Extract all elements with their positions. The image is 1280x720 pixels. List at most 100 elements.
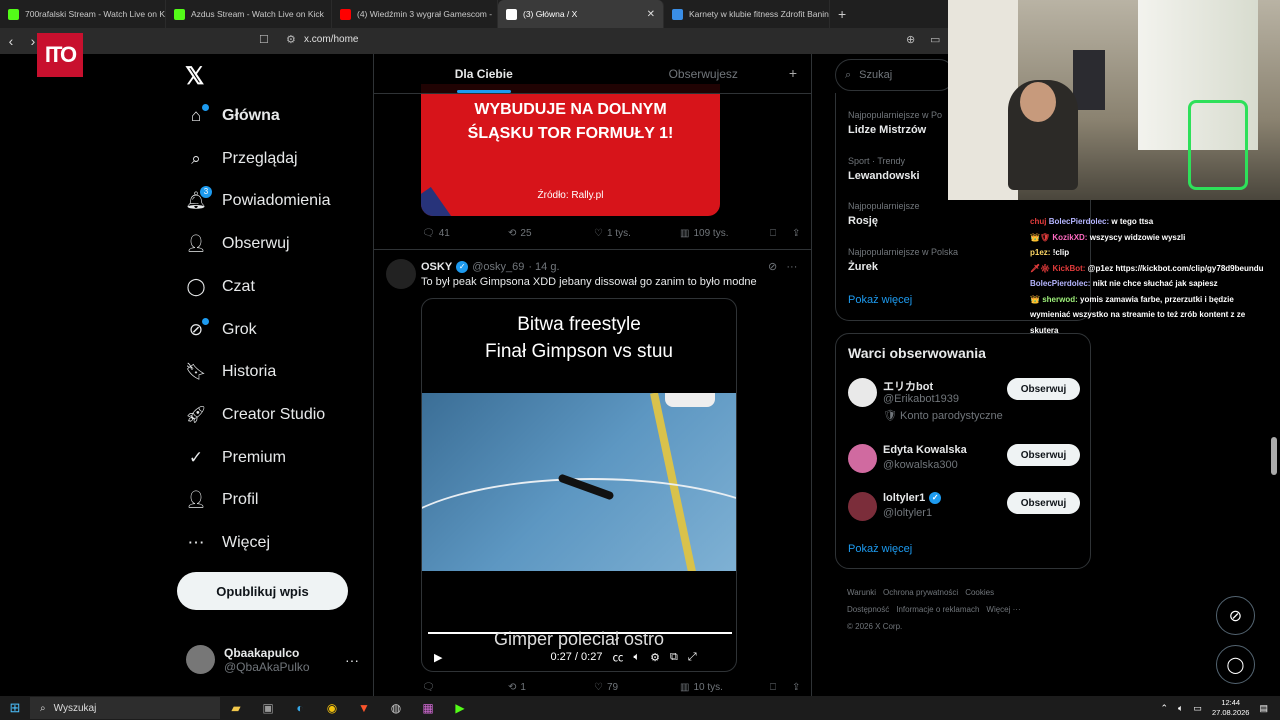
network-icon[interactable]: ▭	[1193, 703, 1202, 714]
repost-button[interactable]: ⟲ 25	[508, 228, 594, 239]
obs-icon[interactable]: ◍	[380, 701, 412, 715]
chat-username[interactable]: KozikXD:	[1052, 233, 1087, 242]
user-name[interactable]: loltyler1 ✓	[883, 492, 942, 504]
author-name[interactable]: OSKY	[421, 261, 452, 273]
follow-button[interactable]: Obserwuj	[1007, 378, 1080, 400]
avatar[interactable]	[386, 259, 416, 289]
settings-icon[interactable]: ⚙	[650, 651, 660, 664]
more-icon[interactable]: ···	[345, 652, 359, 668]
edge-icon[interactable]: ◐	[284, 701, 316, 715]
post-image[interactable]: WYBUDUJE NA DOLNYM ŚLĄSKU TOR FORMUŁY 1!…	[421, 84, 720, 216]
footer-link[interactable]: Dostępność	[847, 605, 889, 614]
avatar[interactable]	[848, 378, 877, 407]
trend-item[interactable]: Sport · Trendy Lewandowski	[848, 156, 920, 182]
chat-username[interactable]: BolecPierdolec:	[1049, 217, 1109, 226]
volume-icon[interactable]: 🔈︎	[633, 651, 640, 664]
browser-tab[interactable]: Karnety w klubie fitness Zdrofit Banin	[664, 0, 830, 28]
grok-icon[interactable]: ⊘	[768, 261, 777, 273]
views-button[interactable]: ▥ 109 tys.	[680, 228, 770, 239]
zoom-icon[interactable]: ⊕	[906, 33, 915, 46]
app-icon[interactable]: ▦	[412, 701, 444, 715]
sidebar-item-creator-studio[interactable]: 🚀︎ Creator Studio	[185, 405, 325, 425]
browser-tab[interactable]: (4) Wiedźmin 3 wygrał Gamescom -	[332, 0, 498, 28]
sidebar-item-więcej[interactable]: ⋯ Więcej	[186, 533, 271, 553]
pip-icon[interactable]: ⧉	[670, 651, 678, 664]
site-settings-icon[interactable]: ⚙	[286, 33, 296, 46]
sidebar-item-czat[interactable]: ◯ Czat	[186, 277, 254, 297]
captions-icon[interactable]: ㏄	[612, 649, 623, 665]
chat-username[interactable]: BolecPierdolec:	[1030, 279, 1090, 288]
user-name[interactable]: エリカbot	[883, 378, 933, 394]
tab-following[interactable]: Obserwujesz	[594, 54, 812, 93]
chrome-icon[interactable]: ◉	[316, 701, 348, 715]
volume-icon[interactable]: 🔈︎	[1178, 703, 1183, 714]
windows-start-icon[interactable]: ⊞	[0, 700, 30, 716]
avatar[interactable]	[848, 492, 877, 521]
bookmark-icon[interactable]: ⎕	[770, 682, 792, 693]
search-input[interactable]: ⌕ Szukaj	[835, 59, 955, 91]
grok-fab-icon[interactable]: ⊘	[1216, 596, 1255, 635]
sidebar-item-powiadomienia[interactable]: 🔔︎ 3 Powiadomienia	[185, 186, 331, 211]
brave-icon[interactable]: ▼	[348, 701, 380, 715]
bookmark-icon[interactable]: ⎕	[770, 228, 792, 239]
views-button[interactable]: ▥ 10 tys.	[680, 682, 770, 693]
like-button[interactable]: ♡ 79	[594, 682, 680, 693]
user-name[interactable]: Edyta Kowalska	[883, 444, 967, 456]
footer-link[interactable]: Informacje o reklamach	[896, 605, 979, 614]
sidebar-item-główna[interactable]: ⌂ Główna	[186, 104, 280, 126]
new-tab-button[interactable]: +	[838, 6, 846, 22]
browser-tab[interactable]: Azdus Stream - Watch Live on Kick	[166, 0, 332, 28]
post-time[interactable]: · 14 g.	[528, 261, 559, 273]
footer-link[interactable]: Ochrona prywatności	[883, 588, 958, 597]
footer-link[interactable]: Warunki	[847, 588, 876, 597]
app-icon[interactable]: ▣	[252, 701, 284, 715]
browser-tab[interactable]: 700rafalski Stream - Watch Live on Ki	[0, 0, 166, 28]
chevron-up-icon[interactable]: ⌃	[1160, 703, 1168, 714]
trend-item[interactable]: Najpopularniejsze Rosję	[848, 201, 920, 227]
trend-item[interactable]: Najpopularniejsze w Po Lidze Mistrzów	[848, 110, 942, 136]
sidebar-item-grok[interactable]: ⊘ Grok	[186, 317, 257, 340]
account-switcher[interactable]: Qbaakapulco @QbaAkaPulko	[186, 645, 310, 674]
tab-for-you[interactable]: Dla Ciebie	[374, 54, 594, 93]
reply-button[interactable]: 🗨︎	[422, 682, 508, 693]
share-icon[interactable]: ⇪	[792, 228, 800, 239]
avatar[interactable]	[848, 444, 877, 473]
sidebar-item-obserwuj[interactable]: 👤︎ Obserwuj	[185, 234, 289, 254]
bookmark-page-icon[interactable]: ☐	[259, 33, 269, 46]
trends-show-more[interactable]: Pokaż więcej	[848, 294, 912, 306]
add-feed-icon[interactable]: +	[789, 65, 797, 81]
fullscreen-icon[interactable]: ⤢	[688, 651, 697, 664]
scrollbar[interactable]	[1271, 437, 1277, 475]
close-icon[interactable]: ✕	[647, 9, 655, 20]
share-icon[interactable]: ⇪	[792, 682, 800, 693]
browser-tab[interactable]: (3) Główna / X ✕	[498, 0, 664, 28]
sidebar-item-przeglądaj[interactable]: ⌕ Przeglądaj	[186, 149, 297, 169]
taskbar-search[interactable]: ⌕ Wyszukaj	[30, 697, 220, 719]
author-handle[interactable]: @osky_69	[472, 261, 524, 273]
chat-username[interactable]: KickBot:	[1053, 264, 1086, 273]
footer-link[interactable]: Cookies	[965, 588, 994, 597]
repost-button[interactable]: ⟲ 1	[508, 682, 594, 693]
footer-link[interactable]: © 2026 X Corp.	[847, 622, 902, 631]
trend-item[interactable]: Najpopularniejsze w Polska Żurek	[848, 247, 958, 273]
follow-button[interactable]: Obserwuj	[1007, 492, 1080, 514]
kick-icon[interactable]: ▶	[444, 701, 476, 715]
sidebar-item-profil[interactable]: 👤︎ Profil	[185, 490, 258, 510]
x-logo[interactable]: 𝕏	[185, 62, 204, 91]
file-explorer-icon[interactable]: ▰	[220, 701, 252, 715]
reply-button[interactable]: 🗨︎ 41	[422, 228, 508, 239]
follow-button[interactable]: Obserwuj	[1007, 444, 1080, 466]
follow-show-more[interactable]: Pokaż więcej	[848, 543, 912, 555]
messages-fab-icon[interactable]: ◯	[1216, 645, 1255, 684]
sidebar-item-historia[interactable]: 🔖︎ Historia	[185, 362, 276, 382]
play-icon[interactable]: ▶	[434, 651, 442, 664]
footer-link[interactable]: Więcej ···	[986, 605, 1020, 614]
chat-username[interactable]: sherwod:	[1042, 295, 1078, 304]
chat-username[interactable]: p1ez:	[1030, 248, 1050, 257]
sidebar-item-premium[interactable]: ✓ Premium	[186, 448, 286, 468]
address-bar[interactable]: x.com/home	[304, 34, 358, 45]
notification-icon[interactable]: ▤	[1259, 703, 1268, 714]
clock[interactable]: 12:44 27.08.2026	[1212, 698, 1250, 718]
back-icon[interactable]: ‹	[0, 33, 22, 49]
video-player[interactable]: Bitwa freestyle Finał Gimpson vs stuu Gi…	[421, 298, 737, 672]
